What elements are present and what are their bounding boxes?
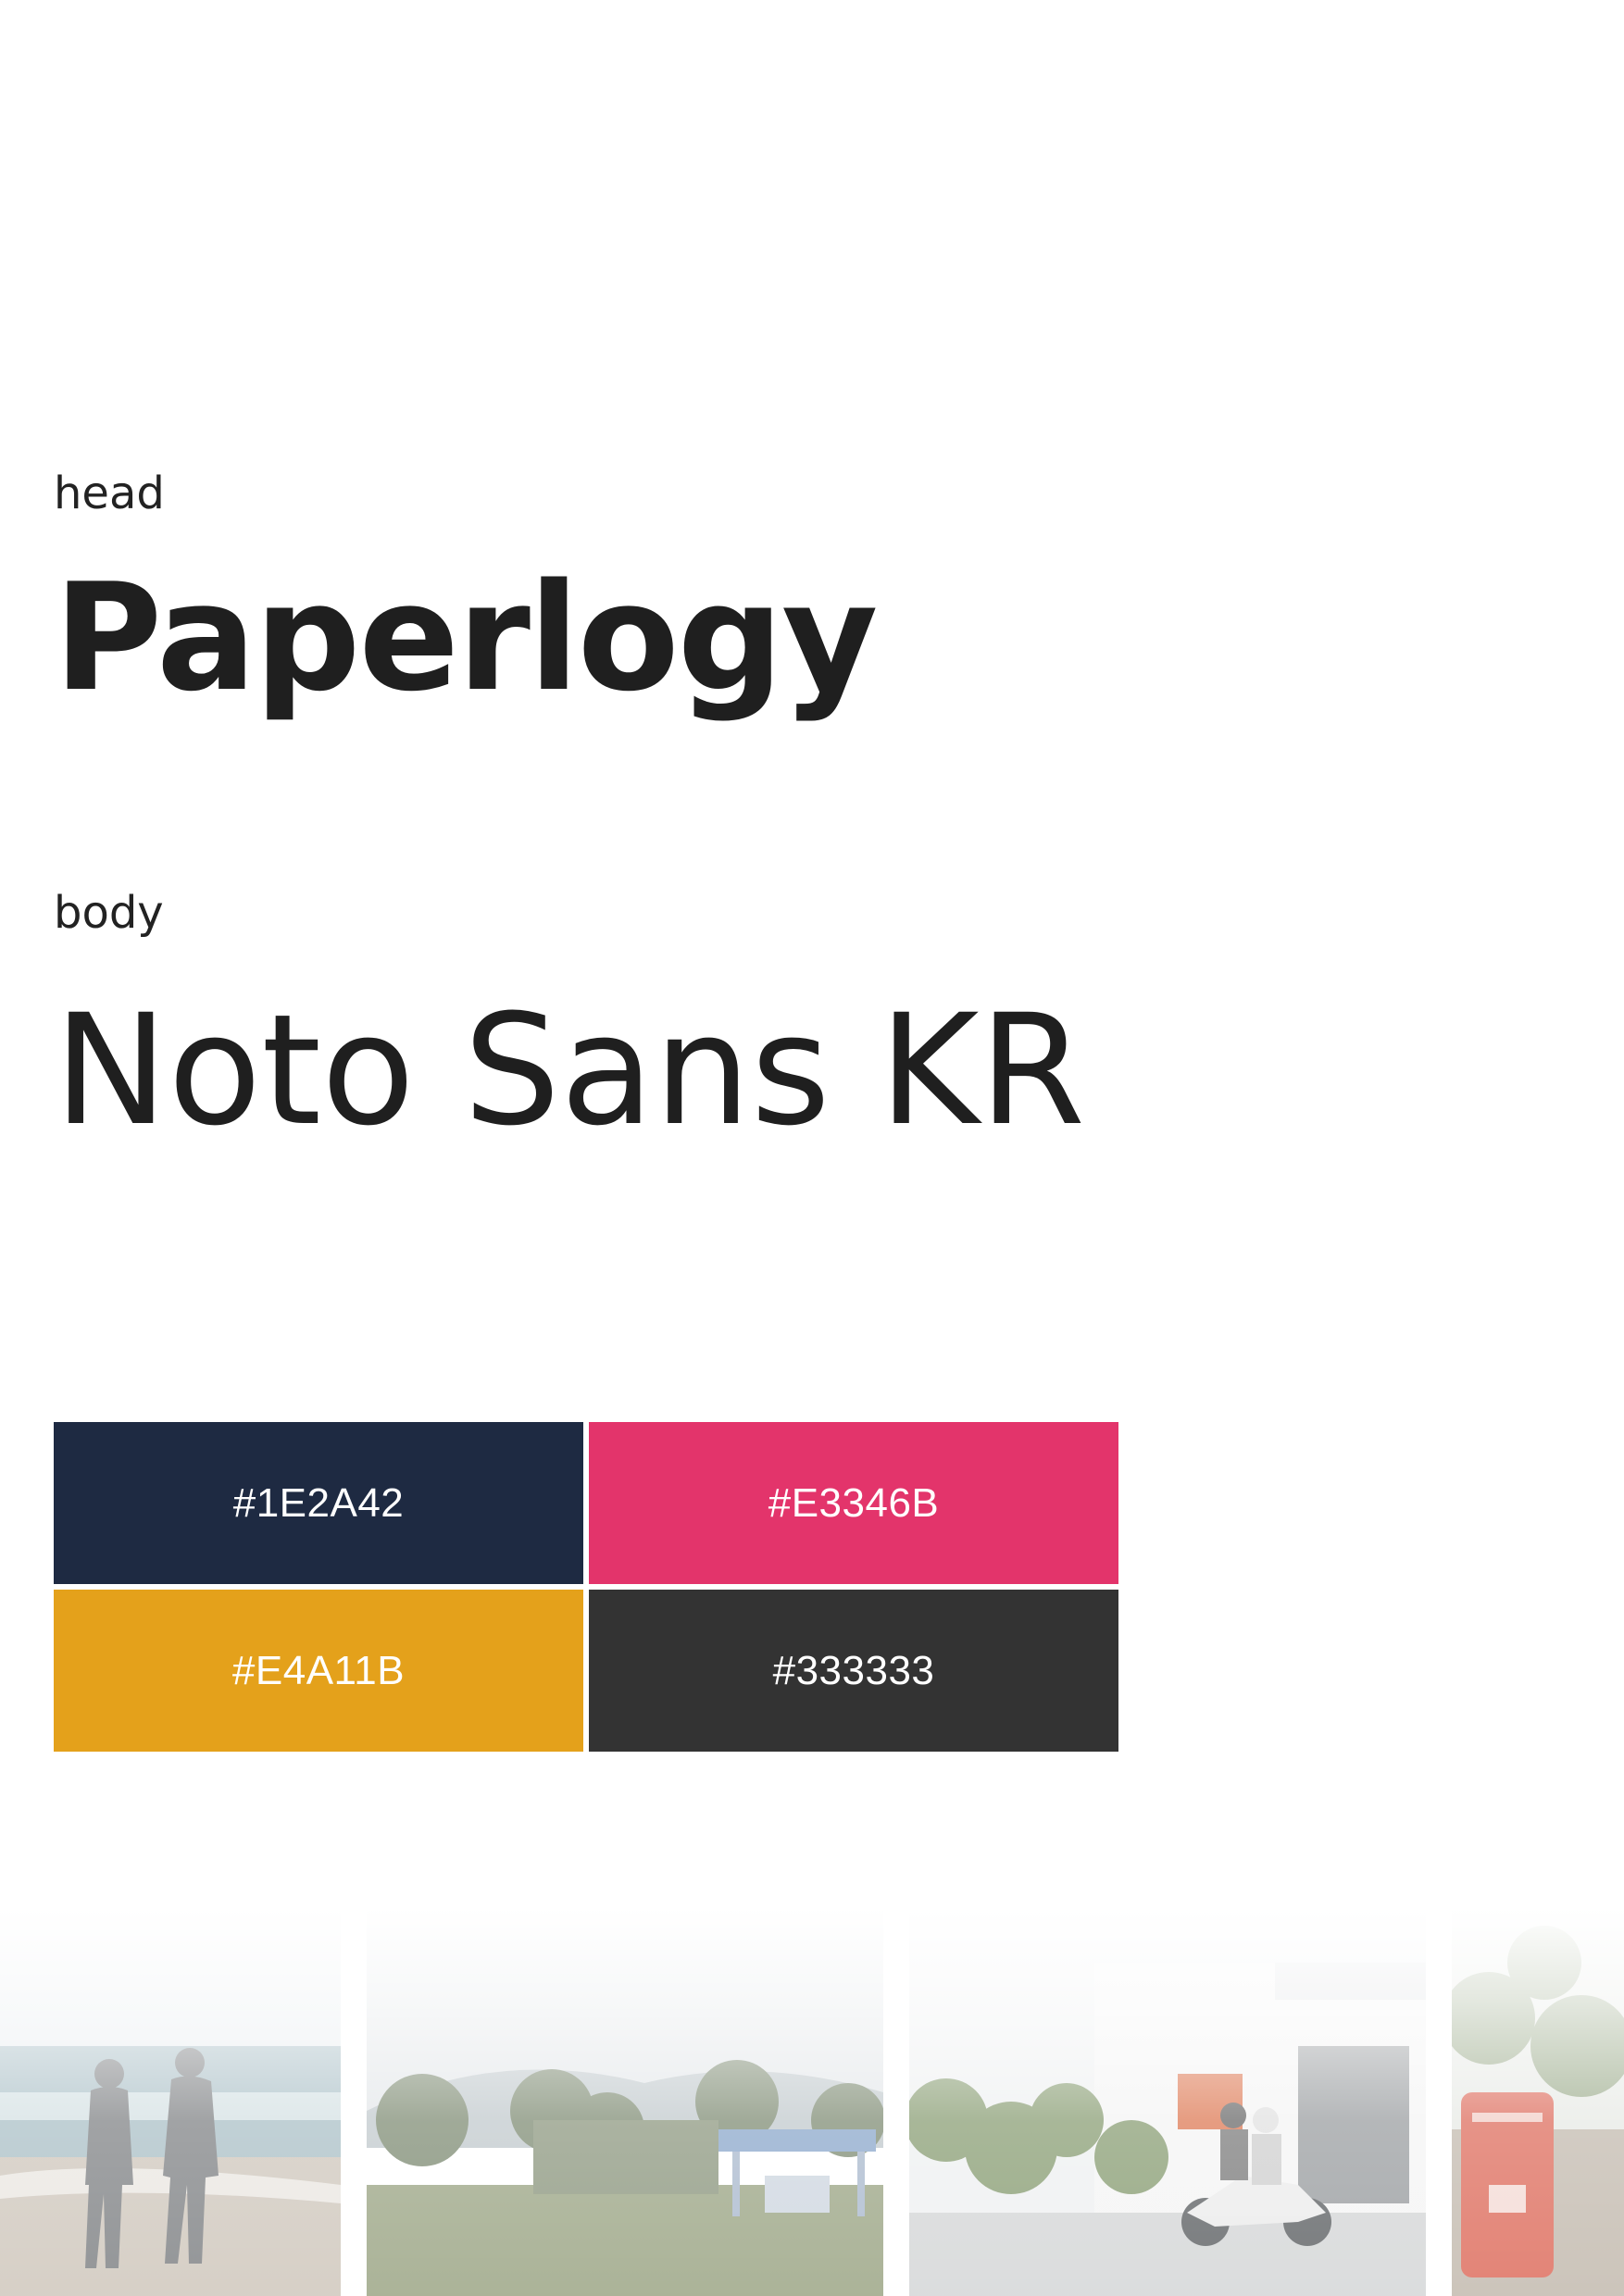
body-font-label: body bbox=[54, 887, 164, 939]
park-pavilion-photo bbox=[367, 1907, 883, 2296]
color-swatch-navy: #1E2A42 bbox=[54, 1422, 583, 1584]
color-swatch-dark-gray: #333333 bbox=[589, 1590, 1118, 1752]
beach-couple-photo bbox=[0, 1907, 341, 2296]
red-mailbox-photo bbox=[1452, 1907, 1624, 2296]
color-swatch-gold: #E4A11B bbox=[54, 1590, 583, 1752]
color-swatch-pink: #E3346B bbox=[589, 1422, 1118, 1584]
color-palette: #1E2A42 #E3346B #E4A11B #333333 bbox=[54, 1422, 1122, 1753]
head-font-label: head bbox=[54, 468, 165, 519]
body-font-name: Noto Sans KR bbox=[54, 981, 1086, 1159]
head-font-name: Paperlogy bbox=[54, 551, 878, 724]
photo-strip bbox=[0, 1907, 1624, 2296]
street-scooter-photo bbox=[909, 1907, 1426, 2296]
